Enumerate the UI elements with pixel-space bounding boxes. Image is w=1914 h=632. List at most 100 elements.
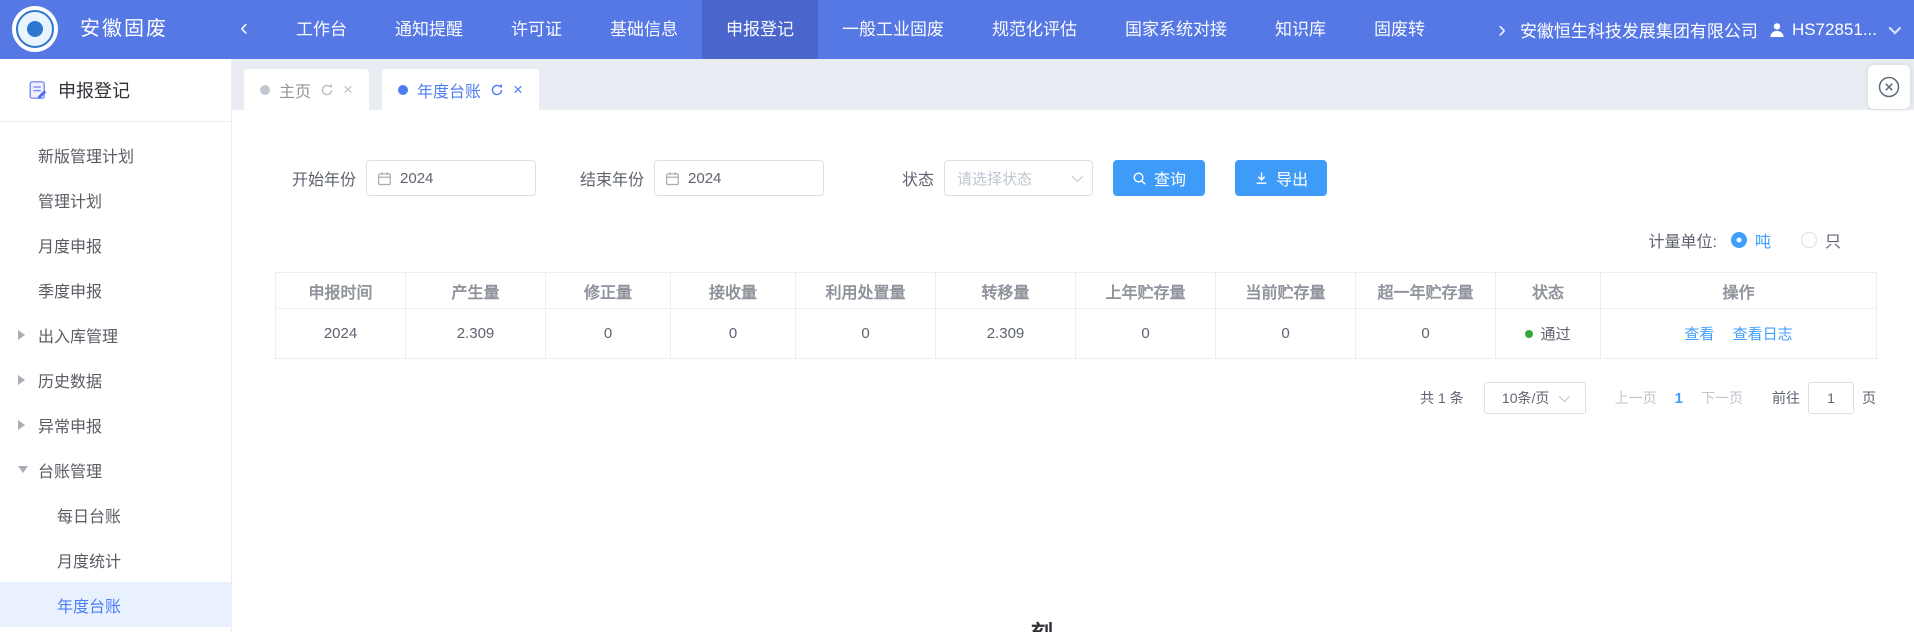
nav-item-standardization-assessment[interactable]: 规范化评估 <box>968 0 1101 59</box>
main-area: 主页 × 年度台账 × 开始年份 <box>232 59 1914 632</box>
sidebar-item-history-data[interactable]: 历史数据 <box>0 357 231 402</box>
radio-unit-piece[interactable]: 只 <box>1801 228 1841 252</box>
close-icon[interactable]: × <box>343 81 353 98</box>
status-label: 状态 <box>902 166 934 190</box>
caret-right-icon <box>18 375 25 385</box>
cell-generated: 2.309 <box>406 309 546 359</box>
caret-down-icon <box>18 466 28 473</box>
cell-status: 通过 <box>1496 309 1601 359</box>
col-generated: 产生量 <box>406 273 546 309</box>
current-page[interactable]: 1 <box>1675 390 1683 407</box>
declaration-doc-icon <box>28 80 48 100</box>
table-row: 2024 2.309 0 0 0 2.309 0 0 0 <box>276 309 1877 359</box>
calendar-icon <box>665 171 680 186</box>
refresh-icon[interactable] <box>490 83 504 97</box>
tab-status-dot <box>260 85 270 95</box>
cell-prev-year-storage: 0 <box>1076 309 1216 359</box>
collapse-sidebar-icon[interactable]: ‹ <box>240 0 248 59</box>
export-button[interactable]: 导出 <box>1235 160 1327 196</box>
sidebar-item-abnormal-declaration[interactable]: 异常申报 <box>0 402 231 447</box>
view-link[interactable]: 查看 <box>1684 326 1714 343</box>
sidebar-header: 申报登记 <box>0 59 231 122</box>
cell-actions: 查看 查看日志 <box>1601 309 1877 359</box>
start-year-input[interactable] <box>400 170 525 187</box>
company-name: 安徽恒生科技发展集团有限公司 <box>1520 17 1758 42</box>
radio-unselected-icon <box>1801 232 1817 248</box>
nav-item-waste-transfer-clipped[interactable]: 固废转 <box>1350 0 1449 59</box>
cell-current-storage: 0 <box>1216 309 1356 359</box>
content: 开始年份 结束年份 状态 请选择状态 <box>232 110 1914 632</box>
end-year-label: 结束年份 <box>580 166 644 190</box>
sidebar-item-ledger-management[interactable]: 台账管理 <box>0 447 231 492</box>
nav-item-declaration[interactable]: 申报登记 <box>702 0 818 59</box>
nav-item-notifications[interactable]: 通知提醒 <box>371 0 487 59</box>
search-icon <box>1132 171 1147 186</box>
radio-selected-icon <box>1731 232 1747 248</box>
top-navbar: 安徽固废 ‹ 工作台 通知提醒 许可证 基础信息 申报登记 一般工业固废 规范化… <box>0 0 1914 59</box>
refresh-icon[interactable] <box>320 83 334 97</box>
col-actions: 操作 <box>1601 273 1877 309</box>
query-button[interactable]: 查询 <box>1113 160 1205 196</box>
calendar-icon <box>377 171 392 186</box>
end-year-input[interactable] <box>688 170 813 187</box>
unit-row: 计量单位: 吨 只 <box>1649 228 1841 252</box>
sidebar-menu: 新版管理计划 管理计划 月度申报 季度申报 出入库管理 历史数据 异常申报 台账… <box>0 122 231 627</box>
col-transferred: 转移量 <box>936 273 1076 309</box>
status-dot-icon <box>1525 330 1533 338</box>
nav-item-basic-info[interactable]: 基础信息 <box>586 0 702 59</box>
topbar-right-cluster: › 安徽恒生科技发展集团有限公司 HS72851... <box>1498 0 1914 59</box>
page: 安徽固废 ‹ 工作台 通知提醒 许可证 基础信息 申报登记 一般工业固废 规范化… <box>0 0 1914 632</box>
cell-declare-time: 2024 <box>276 309 406 359</box>
status-badge: 通过 <box>1540 323 1570 344</box>
unit-label: 计量单位: <box>1649 228 1717 252</box>
caret-right-icon <box>18 330 25 340</box>
sidebar-item-inout-warehouse[interactable]: 出入库管理 <box>0 312 231 357</box>
nav-item-license[interactable]: 许可证 <box>487 0 586 59</box>
close-all-tabs-button[interactable] <box>1868 65 1910 109</box>
sidebar-item-monthly-stats[interactable]: 月度统计 <box>0 537 231 582</box>
table-header-row: 申报时间 产生量 修正量 接收量 利用处置量 转移量 上年贮存量 当前贮存量 超… <box>276 273 1877 309</box>
tab-home[interactable]: 主页 × <box>244 69 369 110</box>
nav-item-workbench[interactable]: 工作台 <box>272 0 371 59</box>
radio-unit-ton[interactable]: 吨 <box>1731 228 1771 252</box>
status-select[interactable]: 请选择状态 <box>944 160 1093 196</box>
close-icon[interactable]: × <box>513 81 523 98</box>
col-received: 接收量 <box>671 273 796 309</box>
start-year-field[interactable] <box>366 160 536 196</box>
cell-corrected: 0 <box>546 309 671 359</box>
goto-page-input[interactable] <box>1808 382 1854 414</box>
page-size-select[interactable]: 10条/页 <box>1484 382 1586 414</box>
filter-row: 开始年份 结束年份 状态 请选择状态 <box>292 160 1327 196</box>
nav-overflow-arrow-icon[interactable]: › <box>1498 2 1506 58</box>
cell-over-one-year-storage: 0 <box>1356 309 1496 359</box>
user-menu-chevron-down-icon[interactable] <box>1889 22 1902 35</box>
caret-right-icon <box>18 420 25 430</box>
sidebar-item-annual-ledger[interactable]: 年度台账 <box>0 582 231 627</box>
col-utilized-disposed: 利用处置量 <box>796 273 936 309</box>
sidebar-item-monthly-declaration[interactable]: 月度申报 <box>0 222 231 267</box>
tab-status-dot <box>398 85 408 95</box>
sidebar-item-management-plan[interactable]: 管理计划 <box>0 177 231 222</box>
col-status: 状态 <box>1496 273 1601 309</box>
next-page-button[interactable]: 下一页 <box>1701 388 1743 408</box>
nav-item-knowledge-base[interactable]: 知识库 <box>1251 0 1350 59</box>
top-nav: 工作台 通知提醒 许可证 基础信息 申报登记 一般工业固废 规范化评估 国家系统… <box>272 0 1449 59</box>
end-year-field[interactable] <box>654 160 824 196</box>
prev-page-button[interactable]: 上一页 <box>1615 388 1657 408</box>
sidebar-item-daily-ledger[interactable]: 每日台账 <box>0 492 231 537</box>
view-log-link[interactable]: 查看日志 <box>1733 326 1793 343</box>
user-icon <box>1768 21 1786 39</box>
sidebar-item-new-management-plan[interactable]: 新版管理计划 <box>0 132 231 177</box>
cell-received: 0 <box>671 309 796 359</box>
col-current-storage: 当前贮存量 <box>1216 273 1356 309</box>
download-icon <box>1254 171 1269 186</box>
col-corrected: 修正量 <box>546 273 671 309</box>
sidebar: 申报登记 新版管理计划 管理计划 月度申报 季度申报 出入库管理 历史数据 异常… <box>0 59 232 632</box>
sidebar-item-quarterly-declaration[interactable]: 季度申报 <box>0 267 231 312</box>
nav-item-national-system[interactable]: 国家系统对接 <box>1101 0 1251 59</box>
user-id[interactable]: HS72851... <box>1792 20 1877 40</box>
col-declare-time: 申报时间 <box>276 273 406 309</box>
start-year-label: 开始年份 <box>292 166 356 190</box>
nav-item-general-industrial-waste[interactable]: 一般工业固废 <box>818 0 968 59</box>
tab-annual-ledger[interactable]: 年度台账 × <box>382 69 539 110</box>
